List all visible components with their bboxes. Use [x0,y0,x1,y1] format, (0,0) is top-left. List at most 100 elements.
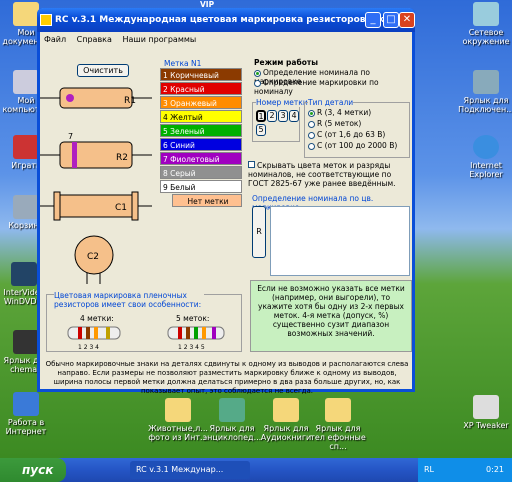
task-label: RC v.3.1 Междунар... [136,465,224,474]
part-type-title: Тип детали [308,98,354,107]
desktop-icon-xp-tweaker[interactable]: XP Tweaker [456,395,512,430]
folder-icon [325,398,351,422]
part-type-label: С (от 1,6 до 63 В) [317,130,386,139]
color-item-10[interactable]: Нет метки [172,194,242,207]
r2-label: R2 [116,153,128,163]
desktop-icon-label: Сетевое окружение [462,28,510,46]
desktop-icon-label: XP Tweaker [463,421,509,430]
desktop-icon-label: Работа в Интернет [5,418,47,436]
maximize-button[interactable]: □ [383,12,399,28]
film-band-4-4 [106,327,110,339]
start-button[interactable]: пуск [0,458,66,482]
r2-number: 7 [68,132,73,141]
desktop-icon-connection[interactable]: Ярлык для Подключен... [456,70,512,114]
desktop-icon-label: Internet Explorer [469,161,503,179]
desktop-icon-audiobooks[interactable]: Ярлык для Аудиокниги [256,398,316,442]
menu-file[interactable]: Файл [44,35,66,44]
color-item-1[interactable]: 1 Коричневый [160,68,242,81]
app-icon [40,14,52,26]
mark-number-5[interactable]: 5 [256,124,266,136]
radio-icon [254,79,261,87]
checkbox-icon [248,161,255,168]
film-4-numbers: 1 2 3 4 [78,344,99,351]
info-box: Если не возможно указать все метки (напр… [250,280,412,352]
folder-icon [165,398,191,422]
desktop-icon-animals[interactable]: Животные,л... фото из Инт... [148,398,208,442]
desktop-icon-phonebook[interactable]: Ярлык для тел ефонные сп... [308,398,368,451]
mark-number-title: Номер метки [256,98,308,107]
start-label: пуск [22,463,54,477]
folder-icon [273,398,299,422]
color-item-5[interactable]: 5 Зеленый [160,124,242,137]
mark-number-4[interactable]: 4 [289,110,299,122]
menu-bar: Файл Справка Наши программы [40,32,412,48]
color-item-4[interactable]: 4 Желтый [160,110,242,123]
film-5-label: 5 меток: [176,314,210,323]
menu-help[interactable]: Справка [77,35,112,44]
close-button[interactable]: ✕ [399,12,415,28]
desktop-icon-ie[interactable]: Internet Explorer [456,135,512,179]
chemax-icon [13,330,39,354]
r-button[interactable]: R [252,206,266,258]
c1-label: C1 [115,203,127,213]
color-item-8[interactable]: 8 Серый [160,166,242,179]
film-band-5-2 [186,327,190,339]
network-icon [473,2,499,26]
film-4-label: 4 метки: [80,314,114,323]
color-item-6[interactable]: 6 Синий [160,138,242,151]
radio-icon [308,120,315,128]
mark-number-2[interactable]: 2 [267,110,277,122]
clear-button[interactable]: Очистить [77,64,129,77]
desktop-icon-encyclopedia[interactable]: Ярлык для энциклопед... [202,398,262,442]
film-title: Цветовая маркировка пленочных резисторов… [54,291,204,309]
color-item-7[interactable]: 7 Фиолетовый [160,152,242,165]
main-panel: Очистить R1 7 R2 C1 C2 Метка N1 Режим ра… [40,48,412,395]
hide-colors-checkbox[interactable]: Скрывать цвета меток и разряды номиналов… [248,161,410,188]
part-type-1[interactable]: R (3, 4 метки) [308,108,371,117]
desktop-icon-internet[interactable]: Работа в Интернет [0,392,56,436]
window-title: RC v.3.1 Международная цветовая маркиров… [55,15,415,25]
film-band-5-4 [202,327,206,339]
computer-icon [13,70,39,94]
mode-option-2[interactable]: Определение маркировки по номиналу [254,78,412,96]
film-band-5-3 [194,327,198,339]
resistor-r2[interactable] [40,141,152,169]
mark-number-1[interactable]: 1 [256,110,266,122]
rc-window: RC v.3.1 Международная цветовая маркиров… [37,8,415,395]
mark-number-group [252,102,300,142]
minimize-button[interactable]: _ [365,12,381,28]
taskbar-task-rc[interactable]: RC v.3.1 Междунар... [130,461,250,479]
r1-label: R1 [124,96,136,106]
desktop-icon-network[interactable]: Сетевое окружение [456,2,512,46]
internet-explorer-icon [473,135,499,159]
film-band-5-5 [212,327,216,339]
desktop-icon-label: Ярлык для Аудиокниги [260,424,312,442]
parts-drawing: R1 7 R2 C1 C2 [40,87,152,284]
mark-number-3[interactable]: 3 [278,110,288,122]
desktop-icon-label: Ярлык для тел ефонные сп... [310,424,366,451]
desktop-icon-label: Животные,л... фото из Инт... [148,424,208,442]
system-tray: RL 0:21 [418,458,512,482]
menu-programs[interactable]: Наши программы [122,35,196,44]
internet-icon [13,392,39,416]
recycle-bin-icon [13,195,39,219]
title-bar[interactable]: RC v.3.1 Международная цветовая маркиров… [37,8,415,32]
radio-icon [308,142,315,150]
radio-icon [308,131,315,139]
part-type-3[interactable]: С (от 1,6 до 63 В) [308,130,385,139]
capacitor-c1[interactable] [40,191,152,221]
flag-icon [13,135,39,159]
color-item-3[interactable]: 3 Оранжевый [160,96,242,109]
film-band-4-2 [86,327,90,339]
clock: 0:21 [486,465,504,474]
taskbar: пуск RC v.3.1 Междунар... RL 0:21 [0,458,512,482]
film-band-4-3 [94,327,98,339]
part-type-4[interactable]: С (от 100 до 2000 В) [308,141,397,150]
color-item-2[interactable]: 2 Красный [160,82,242,95]
color-item-9[interactable]: 9 Белый [160,180,242,193]
language-indicator[interactable]: RL [424,465,434,474]
desktop-icon-label: Ярлык для Подключен... [458,96,512,114]
desktop-icon-label: Ярлык для энциклопед... [202,424,262,442]
dvd-icon [11,262,37,286]
part-type-2[interactable]: R (5 меток) [308,119,361,128]
